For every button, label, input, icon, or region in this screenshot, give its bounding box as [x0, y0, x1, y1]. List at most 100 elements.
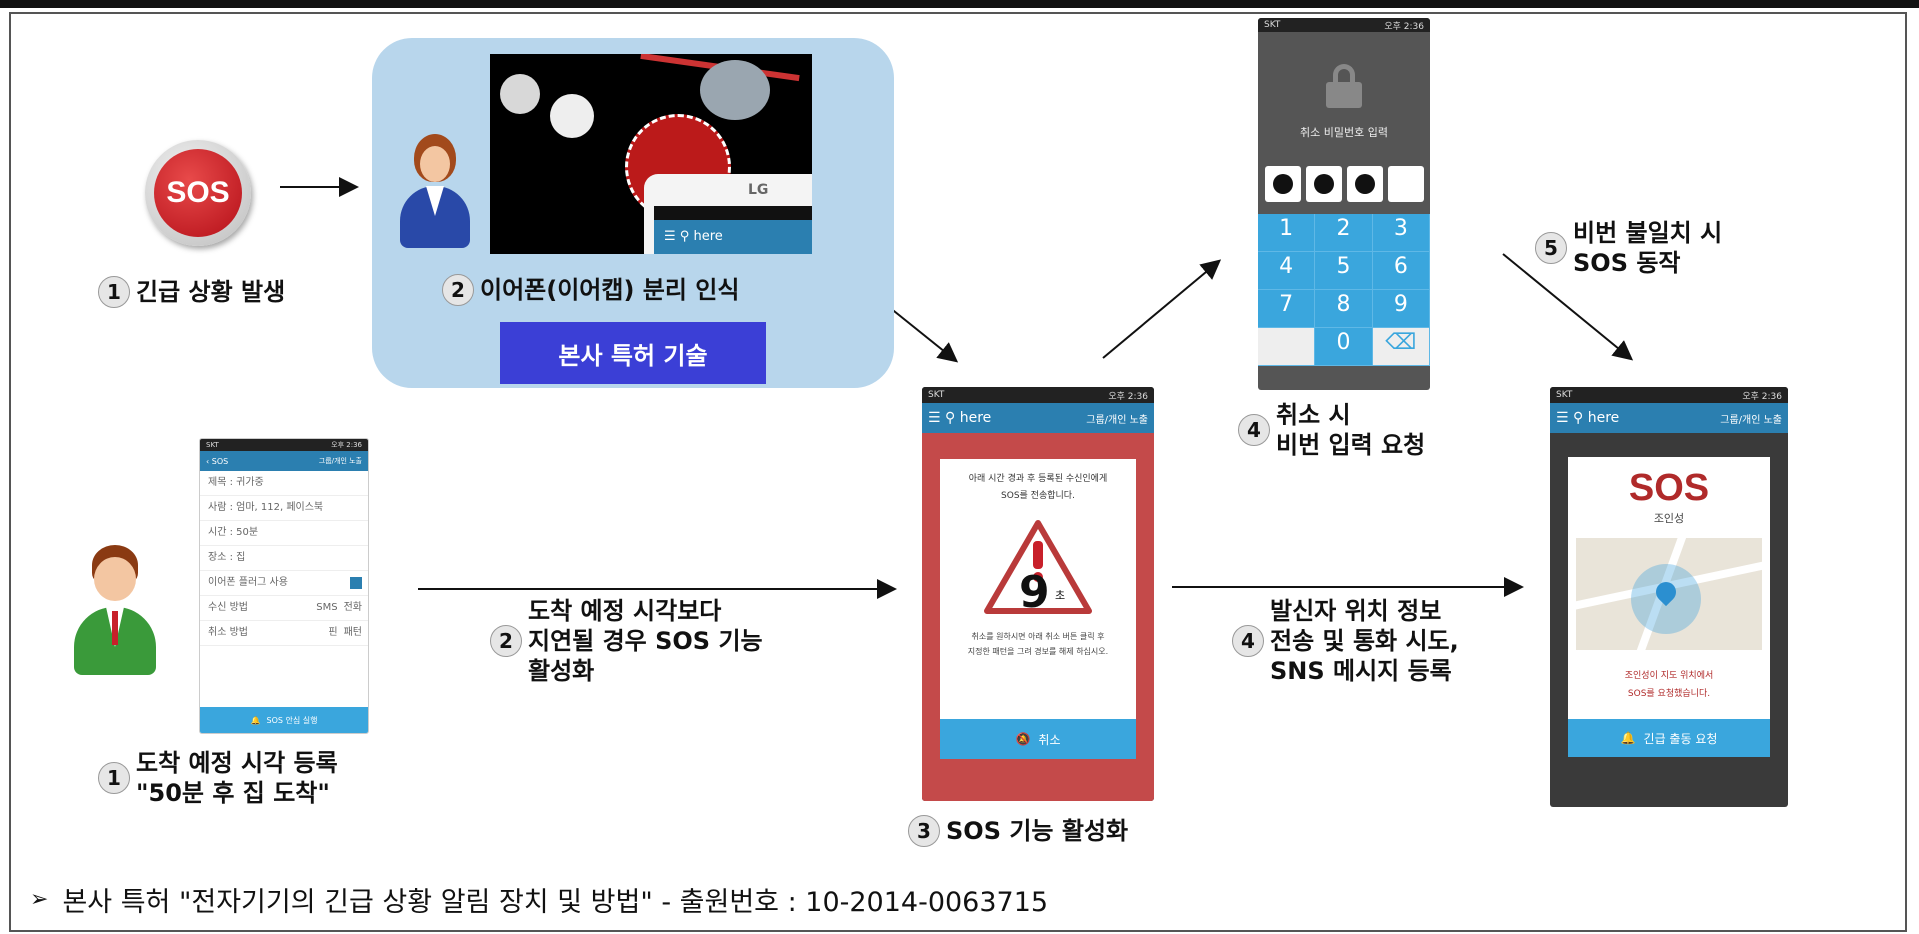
dispatch-button[interactable]: 🔔 긴급 출동 요청	[1568, 719, 1770, 757]
step-number: 1	[98, 276, 130, 308]
key-7[interactable]: 7	[1258, 290, 1316, 328]
activate-msg-1: 아래 시간 경과 후 등록된 수신인에게	[968, 474, 1108, 484]
status-time: 오후 2:36	[1742, 391, 1782, 402]
send-line2: 전송 및 통화 시도,	[1270, 627, 1459, 655]
step-label: 긴급 상황 발생	[136, 278, 286, 306]
delay-line3: 활성화	[528, 657, 595, 685]
menu-right[interactable]: 그룹/개인 노출	[1720, 411, 1782, 426]
countdown-number: 9	[1019, 567, 1050, 618]
status-time: 오후 2:36	[1384, 21, 1424, 32]
step-number: 3	[908, 815, 940, 847]
cancel-line2: 비번 입력 요청	[1276, 431, 1426, 459]
pin-box-filled	[1305, 166, 1342, 202]
phone-sos-activate: SKT 오후 2:36 ☰ ⚲ here 그룹/개인 노출 아래 시간 경과 후 등…	[922, 387, 1154, 801]
alert-line2: SOS를 요청했습니다.	[1627, 689, 1711, 699]
step-label: SOS 기능 활성화	[946, 817, 1129, 845]
status-carrier: SKT	[1264, 20, 1281, 30]
sos-run-label: SOS 안심 실행	[266, 715, 318, 725]
key-5[interactable]: 5	[1315, 252, 1373, 290]
lg-logo: LG	[748, 182, 769, 198]
sos-button-graphic: SOS	[145, 140, 251, 246]
settings-row[interactable]: 장소 : 집	[200, 546, 368, 571]
step-number: 4	[1238, 414, 1270, 446]
key-0[interactable]: 0	[1315, 328, 1373, 366]
step4-cancel-caption: 4 취소 시 비번 입력 요청	[1238, 400, 1425, 460]
status-carrier: SKT	[1556, 390, 1573, 400]
sos-logo-text: SOS	[166, 176, 230, 209]
key-9[interactable]: 9	[1372, 290, 1430, 328]
settings-row[interactable]: 사람 : 엄마, 112, 페이스북	[200, 496, 368, 521]
activate-hint-1: 취소를 원하시면 아래 취소 버튼 클릭 후	[971, 632, 1105, 641]
step-label: 이어폰(이어캡) 분리 인식	[480, 276, 740, 304]
bell-icon: 🔔	[250, 715, 261, 725]
sos-run-button[interactable]: 🔔 SOS 안심 실행	[200, 707, 368, 733]
pin-box-filled	[1264, 166, 1301, 202]
footnote-text: 본사 특허 "전자기기의 긴급 상황 알림 장치 및 방법" - 출원번호 : …	[62, 887, 1049, 918]
step-number: 5	[1535, 232, 1567, 264]
key-8[interactable]: 8	[1315, 290, 1373, 328]
cancel-button[interactable]: 🔕 취소	[940, 719, 1136, 759]
cancel-line1: 취소 시	[1276, 401, 1351, 429]
radio-pin[interactable]: 핀	[328, 627, 337, 638]
step1-register-caption: 1 도착 예정 시각 등록 "50분 후 집 도착"	[98, 748, 338, 808]
key-1[interactable]: 1	[1258, 214, 1316, 252]
status-time: 오후 2:36	[1108, 391, 1148, 402]
menu-right[interactable]: 그룹/개인 노출	[319, 456, 362, 466]
register-line1: 도착 예정 시각 등록	[136, 749, 338, 777]
step5-caption: 5 비번 불일치 시 SOS 동작	[1535, 218, 1722, 278]
step-number: 1	[98, 762, 130, 794]
pin-boxes	[1258, 166, 1430, 202]
key-blank	[1258, 328, 1316, 366]
earphone-photo: LG ☰ ⚲ here	[490, 54, 812, 254]
lock-icon	[1326, 64, 1362, 108]
numeric-keypad: 1 2 3 4 5 6 7 8 9 0 ⌫	[1258, 214, 1430, 366]
pin-box-empty	[1387, 166, 1424, 202]
delay-line2: 지연될 경우 SOS 기능	[528, 627, 763, 655]
step2-delay-caption: 2 도착 예정 시각보다 지연될 경우 SOS 기능 활성화	[490, 596, 763, 686]
patent-badge: 본사 특허 기술	[500, 322, 766, 384]
arrow-activate-to-password	[1102, 259, 1222, 359]
app-brand: ☰ ⚲ here	[928, 410, 992, 426]
step-number: 2	[442, 274, 474, 306]
user-person-icon	[70, 545, 160, 675]
toggle-switch[interactable]	[350, 577, 362, 589]
settings-row[interactable]: 제목 : 귀가중	[200, 471, 368, 496]
key-2[interactable]: 2	[1315, 214, 1373, 252]
step-number: 4	[1232, 625, 1264, 657]
password-title: 취소 비밀번호 입력	[1300, 126, 1388, 139]
step2-detect-caption: 2 이어폰(이어캡) 분리 인식	[442, 274, 739, 306]
status-carrier: SKT	[928, 390, 945, 400]
send-line1: 발신자 위치 정보	[1270, 597, 1442, 625]
phone-sos-alert: SKT 오후 2:36 ☰ ⚲ here 그룹/개인 노출 SOS 조인성 조인성이…	[1550, 387, 1788, 807]
key-4[interactable]: 4	[1258, 252, 1316, 290]
patent-badge-label: 본사 특허 기술	[558, 341, 708, 370]
activate-hint-2: 지정한 패턴을 그려 경보를 해제 하십시오.	[967, 647, 1109, 656]
backspace-key[interactable]: ⌫	[1372, 328, 1430, 366]
step4-send-caption: 4 발신자 위치 정보 전송 및 통화 시도, SNS 메시지 등록	[1232, 596, 1459, 686]
phone-sos-settings: SKT 오후 2:36 ‹ SOS 그룹/개인 노출 제목 : 귀가중 사람 : 엄…	[199, 438, 369, 734]
radio-pattern[interactable]: 패턴	[344, 627, 362, 638]
cancel-button-label: 취소	[1038, 732, 1061, 747]
back-button[interactable]: ‹ SOS	[206, 457, 228, 466]
mismatch-line1: 비번 불일치 시	[1573, 219, 1723, 247]
menu-right[interactable]: 그룹/개인 노출	[1086, 411, 1148, 426]
location-map	[1576, 538, 1762, 650]
key-3[interactable]: 3	[1372, 214, 1430, 252]
radio-sms[interactable]: SMS	[316, 602, 337, 613]
bullet-arrow-icon: ➢	[30, 887, 49, 912]
key-6[interactable]: 6	[1372, 252, 1430, 290]
settings-row[interactable]: 시간 : 50분	[200, 521, 368, 546]
app-brand: ☰ ⚲ here	[1556, 410, 1620, 426]
radio-call[interactable]: 전화	[344, 602, 362, 613]
alert-line1: 조인성이 지도 위치에서	[1624, 671, 1714, 681]
bell-icon: 🔔	[1620, 731, 1636, 745]
register-line2: "50분 후 집 도착"	[136, 779, 330, 807]
status-carrier: SKT	[206, 441, 219, 449]
activate-msg-2: SOS를 전송합니다.	[1001, 491, 1075, 501]
patent-footnote: ➢ 본사 특허 "전자기기의 긴급 상황 알림 장치 및 방법" - 출원번호 …	[30, 880, 1048, 919]
sender-name: 조인성	[1653, 512, 1685, 525]
settings-row[interactable]: 이어폰 플러그 사용	[200, 571, 368, 596]
settings-row-cancel: 취소 방법 핀 패턴	[200, 621, 368, 646]
delay-line1: 도착 예정 시각보다	[528, 597, 722, 625]
pin-box-filled	[1346, 166, 1383, 202]
